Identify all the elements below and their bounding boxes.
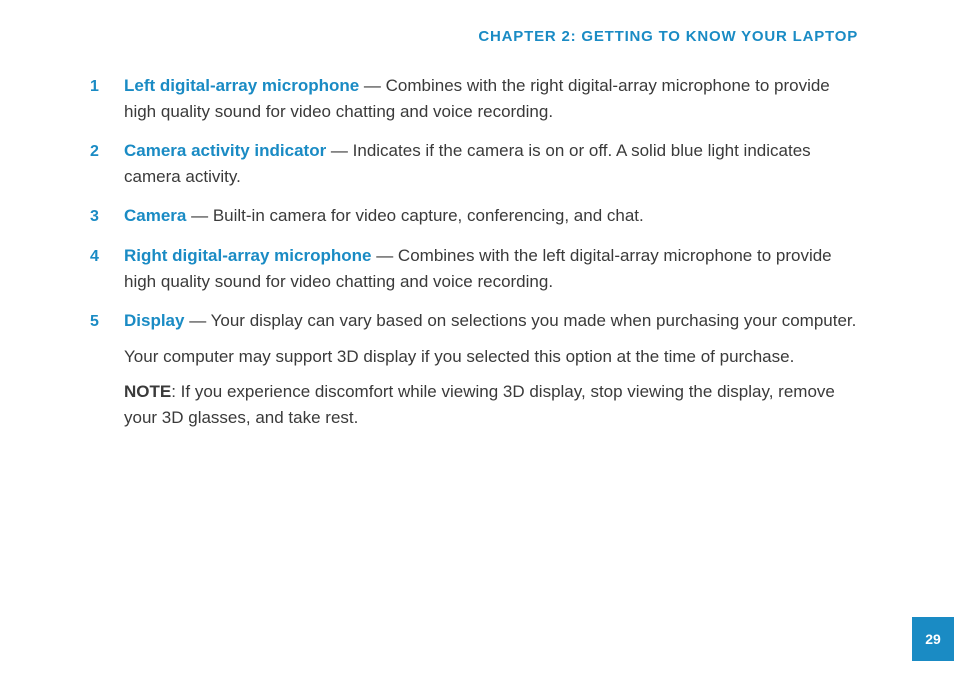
- item-number: 5: [90, 308, 124, 334]
- item-term: Right digital-array microphone: [124, 246, 371, 265]
- item-term: Camera: [124, 206, 186, 225]
- item-subtext: Your computer may support 3D display if …: [124, 344, 864, 370]
- note-label: NOTE: [124, 382, 171, 401]
- item-desc: — Built-in camera for video capture, con…: [186, 206, 643, 225]
- page-number-tab: 29: [912, 617, 954, 661]
- list-item: 5 Display — Your display can vary based …: [90, 308, 864, 430]
- item-number: 4: [90, 243, 124, 269]
- item-term: Left digital-array microphone: [124, 76, 359, 95]
- item-number: 1: [90, 73, 124, 99]
- item-term: Display: [124, 311, 184, 330]
- item-body: Camera — Built-in camera for video captu…: [124, 203, 864, 229]
- list-item: 4 Right digital-array microphone — Combi…: [90, 243, 864, 294]
- item-term: Camera activity indicator: [124, 141, 326, 160]
- item-body: Right digital-array microphone — Combine…: [124, 243, 864, 294]
- item-number: 2: [90, 138, 124, 164]
- list-item: 1 Left digital-array microphone — Combin…: [90, 73, 864, 124]
- item-body: Camera activity indicator — Indicates if…: [124, 138, 864, 189]
- item-body: Left digital-array microphone — Combines…: [124, 73, 864, 124]
- item-number: 3: [90, 203, 124, 229]
- list-item: 3 Camera — Built-in camera for video cap…: [90, 203, 864, 229]
- chapter-header: CHAPTER 2: GETTING TO KNOW YOUR LAPTOP: [90, 28, 864, 45]
- item-note: NOTE: If you experience discomfort while…: [124, 379, 864, 430]
- note-body: : If you experience discomfort while vie…: [124, 382, 835, 427]
- document-page: CHAPTER 2: GETTING TO KNOW YOUR LAPTOP 1…: [0, 0, 954, 430]
- page-number: 29: [925, 631, 941, 647]
- item-desc: — Your display can vary based on selecti…: [184, 311, 856, 330]
- list-item: 2 Camera activity indicator — Indicates …: [90, 138, 864, 189]
- item-body: Display — Your display can vary based on…: [124, 308, 864, 430]
